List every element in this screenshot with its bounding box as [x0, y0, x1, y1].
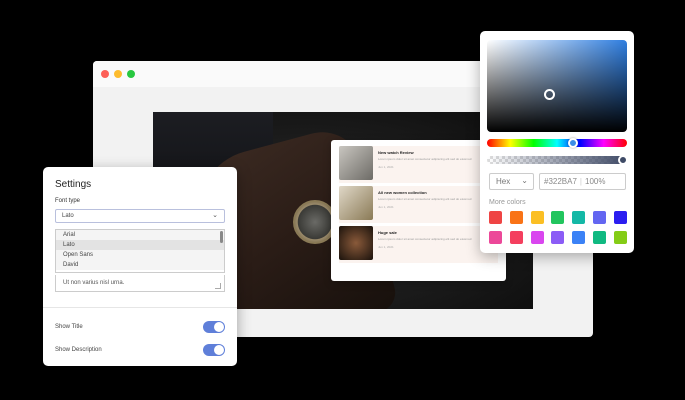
- color-format-value: Hex: [496, 177, 511, 186]
- swatch-row: [489, 231, 627, 244]
- stage: New watch Review Lorem ipsum dolor sit a…: [0, 0, 685, 400]
- product-date: Jun 1, 2021: [378, 205, 394, 209]
- show-title-toggle[interactable]: [203, 321, 225, 333]
- text-input[interactable]: Ut non varius nisl urna.: [55, 275, 225, 292]
- color-swatch[interactable]: [530, 231, 544, 244]
- show-description-row: Show Description: [55, 344, 225, 358]
- product-date: Jun 1, 2021: [378, 245, 394, 249]
- opacity-value: 100%: [585, 177, 606, 186]
- hex-input[interactable]: #322BA7 | 100%: [539, 173, 626, 190]
- settings-title: Settings: [55, 179, 92, 190]
- hue-slider[interactable]: [487, 138, 627, 148]
- font-option[interactable]: David: [56, 260, 224, 270]
- saturation-cursor[interactable]: [544, 89, 555, 100]
- product-item[interactable]: All new women collection Lorem ipsum dol…: [339, 186, 498, 223]
- color-swatch[interactable]: [593, 231, 607, 244]
- product-item[interactable]: New watch Review Lorem ipsum dolor sit a…: [339, 146, 498, 183]
- saturation-area[interactable]: [487, 40, 627, 132]
- font-type-select[interactable]: Lato ⌄: [55, 209, 225, 223]
- color-format-select[interactable]: Hex ⌄: [489, 173, 534, 190]
- product-thumbnail: [339, 146, 373, 180]
- product-date: Jun 1, 2021: [378, 165, 394, 169]
- settings-panel: Settings Font type Lato ⌄ Arial Lato Ope…: [43, 167, 237, 366]
- minimize-window-button[interactable]: [114, 70, 122, 78]
- color-swatch[interactable]: [613, 231, 627, 244]
- chevron-down-icon: ⌄: [521, 176, 528, 185]
- hex-value: #322BA7: [544, 177, 577, 186]
- color-picker: Hex ⌄ #322BA7 | 100% More colors: [480, 31, 634, 253]
- color-swatch[interactable]: [572, 231, 586, 244]
- font-option[interactable]: Open Sans: [56, 250, 224, 260]
- font-type-label: Font type: [55, 198, 81, 204]
- text-input-value: Ut non varius nisl urna.: [63, 280, 125, 286]
- show-description-label: Show Description: [55, 347, 102, 353]
- product-thumbnail: [339, 226, 373, 260]
- show-title-label: Show Title: [55, 324, 83, 330]
- list-scrollbar[interactable]: [220, 231, 223, 243]
- font-option[interactable]: Arial: [56, 230, 224, 240]
- font-selected-value: Lato: [62, 213, 74, 219]
- show-description-toggle[interactable]: [203, 344, 225, 356]
- color-swatch[interactable]: [613, 211, 627, 224]
- toggle-knob: [214, 345, 224, 355]
- color-swatch[interactable]: [551, 231, 565, 244]
- color-swatch[interactable]: [489, 231, 502, 244]
- hue-handle[interactable]: [568, 138, 578, 148]
- product-thumbnail: [339, 186, 373, 220]
- toggle-knob: [214, 322, 224, 332]
- show-title-row: Show Title: [55, 321, 225, 335]
- product-item[interactable]: Huge sale Lorem ipsum dolor sit amet con…: [339, 226, 498, 263]
- chevron-down-icon: ⌄: [212, 212, 218, 219]
- alpha-handle[interactable]: [618, 155, 628, 165]
- divider: [43, 307, 237, 308]
- font-option-selected[interactable]: Lato: [56, 240, 224, 250]
- color-swatch[interactable]: [572, 211, 586, 224]
- color-swatch[interactable]: [509, 231, 523, 244]
- swatch-row: [489, 211, 627, 224]
- alpha-slider[interactable]: [487, 155, 628, 165]
- color-swatch[interactable]: [530, 211, 544, 224]
- color-swatch[interactable]: [489, 211, 502, 224]
- resize-grip-icon[interactable]: [215, 283, 221, 289]
- more-colors-label: More colors: [489, 199, 526, 206]
- maximize-window-button[interactable]: [127, 70, 135, 78]
- font-options-list[interactable]: Arial Lato Open Sans David: [55, 229, 225, 273]
- close-window-button[interactable]: [101, 70, 109, 78]
- color-swatch[interactable]: [551, 211, 565, 224]
- color-swatch[interactable]: [593, 211, 607, 224]
- color-swatch[interactable]: [509, 211, 523, 224]
